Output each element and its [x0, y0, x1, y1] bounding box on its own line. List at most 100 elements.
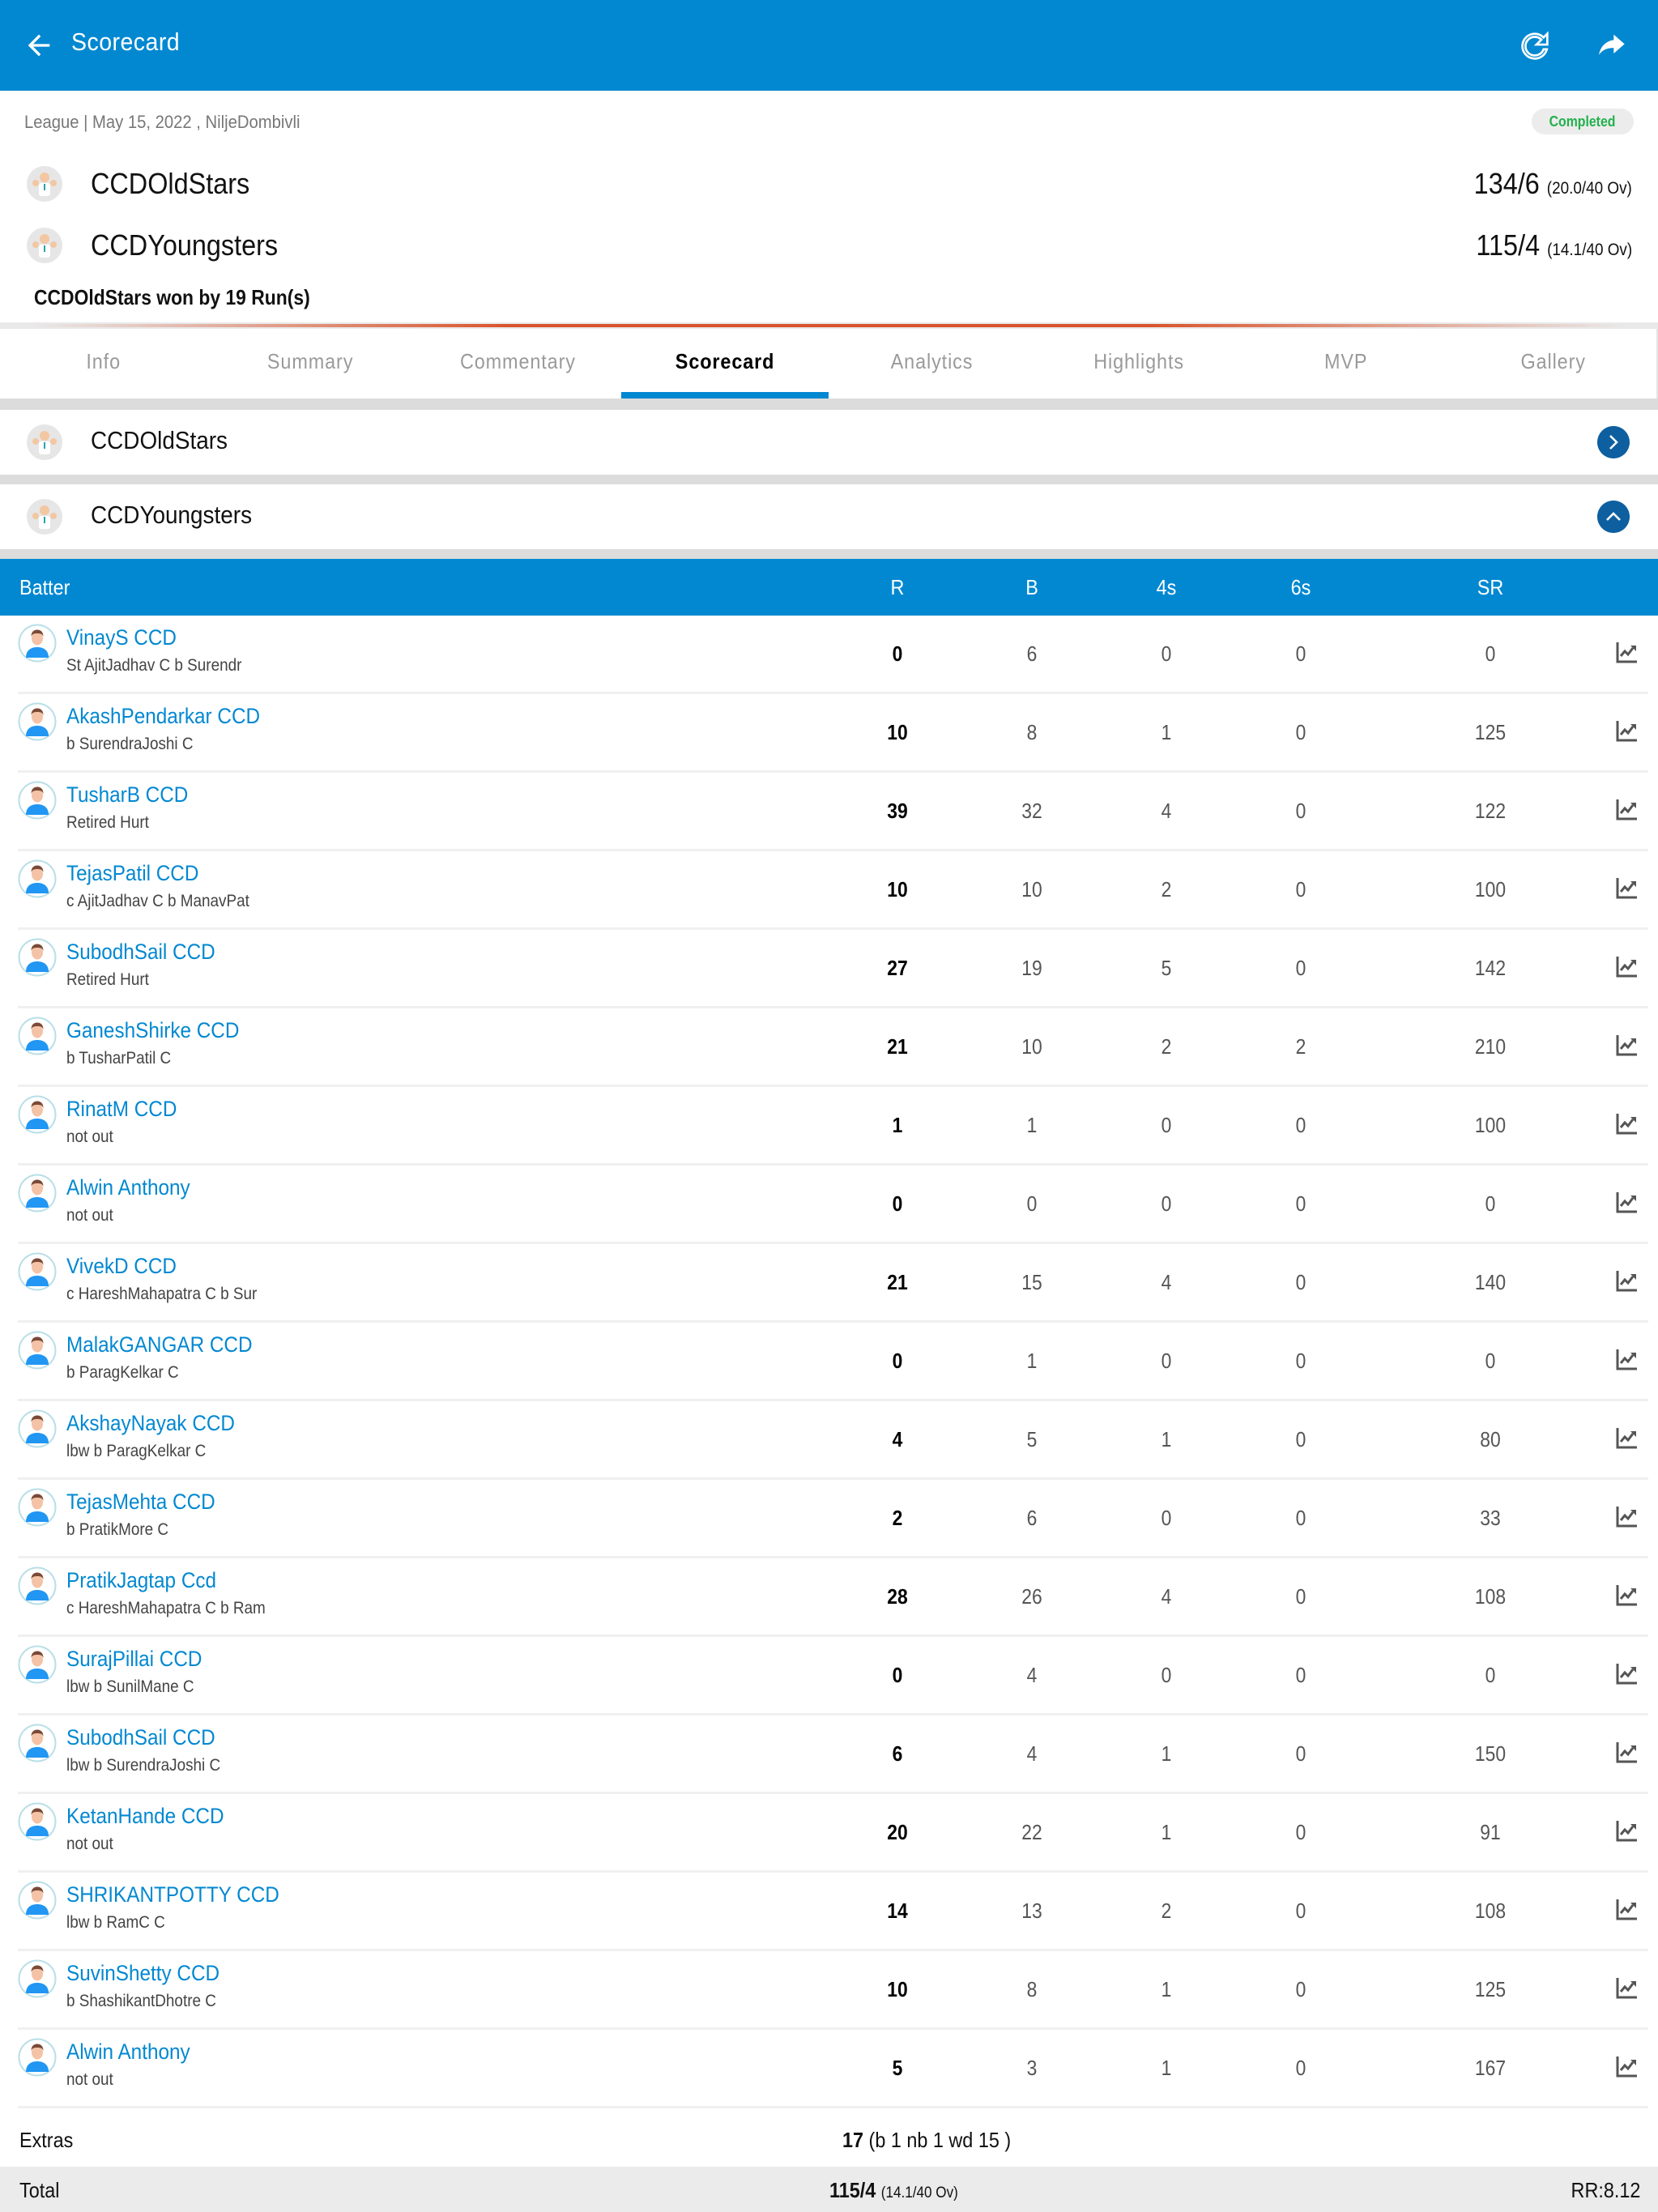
team-summary-row: CCDOldStars 134/6 (20.0/40 Ov) [0, 159, 1658, 207]
player-avatar-icon [18, 1016, 57, 1055]
chart-trend-icon[interactable] [1615, 718, 1639, 743]
dismissal-text: lbw b RamC C [66, 1913, 165, 1932]
chart-trend-icon[interactable] [1615, 1111, 1639, 1136]
player-name-link[interactable]: MalakGANGAR CCD [66, 1332, 253, 1357]
chart-trend-icon[interactable] [1615, 1268, 1639, 1293]
player-avatar-icon [18, 1724, 57, 1762]
chart-trend-icon[interactable] [1615, 1818, 1639, 1843]
tab-analytics[interactable]: Analytics [829, 329, 1036, 399]
player-name-link[interactable]: SubodhSail CCD [66, 1725, 215, 1750]
chart-trend-icon[interactable] [1615, 1897, 1639, 1921]
header-fours: 4s [1156, 575, 1177, 599]
player-name-link[interactable]: VinayS CCD [66, 625, 177, 650]
fours-cell: 2 [1161, 877, 1172, 901]
fours-cell: 0 [1161, 1349, 1172, 1373]
dismissal-text: b SurendraJoshi C [66, 735, 194, 753]
runs-cell: 10 [887, 877, 908, 901]
section-divider [0, 399, 1658, 410]
tabs-divider [0, 322, 1658, 329]
player-name-link[interactable]: Alwin Anthony [66, 2039, 190, 2065]
chart-trend-icon[interactable] [1615, 1661, 1639, 1686]
player-name-link[interactable]: RinatM CCD [66, 1097, 177, 1122]
chart-trend-icon[interactable] [1615, 1426, 1639, 1450]
chart-trend-icon[interactable] [1615, 1583, 1639, 1607]
innings-header-oldstars[interactable]: CCDOldStars [0, 410, 1658, 475]
team-name: CCDOldStars [91, 167, 250, 200]
innings-header-youngsters[interactable]: CCDYoungsters [0, 484, 1658, 549]
chart-trend-icon[interactable] [1615, 1975, 1639, 2000]
sixes-cell: 0 [1295, 799, 1306, 823]
player-name-link[interactable]: PratikJagtap Ccd [66, 1568, 216, 1593]
batter-row: SurajPillai CCD lbw b SunilMane C 0 4 0 … [18, 1637, 1648, 1715]
share-icon[interactable] [1592, 29, 1630, 62]
player-name-link[interactable]: GaneshShirke CCD [66, 1018, 239, 1043]
chart-trend-icon[interactable] [1615, 1033, 1639, 1057]
fours-cell: 0 [1161, 641, 1172, 666]
team-summary-row: CCDYoungsters 115/4 (14.1/40 Ov) [0, 220, 1658, 269]
dismissal-text: not out [66, 1206, 113, 1225]
runs-cell: 2 [892, 1506, 903, 1530]
dismissal-text: not out [66, 1835, 113, 1853]
chart-trend-icon[interactable] [1615, 797, 1639, 821]
sixes-cell: 0 [1295, 956, 1306, 980]
chevron-right-icon[interactable] [1597, 426, 1630, 458]
extras-label: Extras [19, 2128, 74, 2152]
tab-commentary[interactable]: Commentary [414, 329, 621, 399]
chart-trend-icon[interactable] [1615, 1347, 1639, 1371]
balls-cell: 32 [1021, 799, 1042, 823]
team-logo-icon [27, 424, 62, 460]
strike-rate-cell: 80 [1480, 1427, 1501, 1451]
player-name-link[interactable]: SubodhSail CCD [66, 940, 215, 965]
chart-trend-icon[interactable] [1615, 876, 1639, 900]
player-name-link[interactable]: AkshayNayak CCD [66, 1411, 235, 1436]
player-name-link[interactable]: VivekD CCD [66, 1254, 177, 1279]
player-name-link[interactable]: KetanHande CCD [66, 1804, 224, 1829]
dismissal-text: c HareshMahapatra C b Sur [66, 1285, 258, 1303]
refresh-icon[interactable] [1516, 28, 1554, 65]
player-name-link[interactable]: AkashPendarkar CCD [66, 704, 260, 729]
player-name-link[interactable]: TusharB CCD [66, 782, 188, 808]
tab-scorecard[interactable]: Scorecard [620, 329, 829, 399]
fours-cell: 4 [1161, 1270, 1172, 1294]
arrow-left-icon[interactable] [23, 29, 55, 62]
chevron-up-icon[interactable] [1597, 501, 1630, 533]
balls-cell: 3 [1026, 2056, 1038, 2080]
runs-cell: 20 [887, 1820, 908, 1844]
chart-trend-icon[interactable] [1615, 1190, 1639, 1214]
innings-team-name: CCDYoungsters [91, 501, 253, 529]
tab-mvp[interactable]: MVP [1242, 329, 1450, 399]
player-avatar-icon [18, 1095, 57, 1134]
sixes-cell: 0 [1295, 1506, 1306, 1530]
sixes-cell: 0 [1295, 1663, 1306, 1687]
balls-cell: 1 [1026, 1113, 1038, 1137]
player-name-link[interactable]: TejasPatil CCD [66, 861, 198, 886]
player-name-link[interactable]: SurajPillai CCD [66, 1647, 202, 1672]
player-name-link[interactable]: SuvinShetty CCD [66, 1961, 220, 1986]
strike-rate-cell: 0 [1485, 1349, 1496, 1373]
balls-cell: 6 [1026, 641, 1038, 666]
fours-cell: 5 [1161, 956, 1172, 980]
header-runs: R [890, 575, 905, 599]
chart-trend-icon[interactable] [1615, 1740, 1639, 1764]
runs-cell: 10 [887, 1977, 908, 2001]
player-name-link[interactable]: SHRIKANTPOTTY CCD [66, 1882, 279, 1907]
player-name-link[interactable]: Alwin Anthony [66, 1175, 190, 1200]
chart-trend-icon[interactable] [1615, 2054, 1639, 2078]
batting-table-body: VinayS CCD St AjitJadhav C b Surendr 0 6… [0, 616, 1658, 2108]
dismissal-text: lbw b SunilMane C [66, 1677, 194, 1696]
tab-info[interactable]: Info [0, 329, 207, 399]
balls-cell: 13 [1021, 1899, 1042, 1923]
runs-cell: 6 [892, 1741, 903, 1766]
tab-highlights[interactable]: Highlights [1035, 329, 1242, 399]
tab-gallery[interactable]: Gallery [1449, 329, 1656, 399]
chart-trend-icon[interactable] [1615, 640, 1639, 664]
tab-summary[interactable]: Summary [207, 329, 415, 399]
app-bar: Scorecard [0, 0, 1658, 91]
fours-cell: 4 [1161, 1584, 1172, 1609]
strike-rate-cell: 0 [1485, 1663, 1496, 1687]
match-result: CCDOldStars won by 19 Run(s) [34, 285, 310, 309]
player-name-link[interactable]: TejasMehta CCD [66, 1490, 215, 1515]
batter-row: TejasMehta CCD b PratikMore C 2 6 0 0 33 [18, 1480, 1648, 1558]
chart-trend-icon[interactable] [1615, 954, 1639, 978]
chart-trend-icon[interactable] [1615, 1504, 1639, 1528]
